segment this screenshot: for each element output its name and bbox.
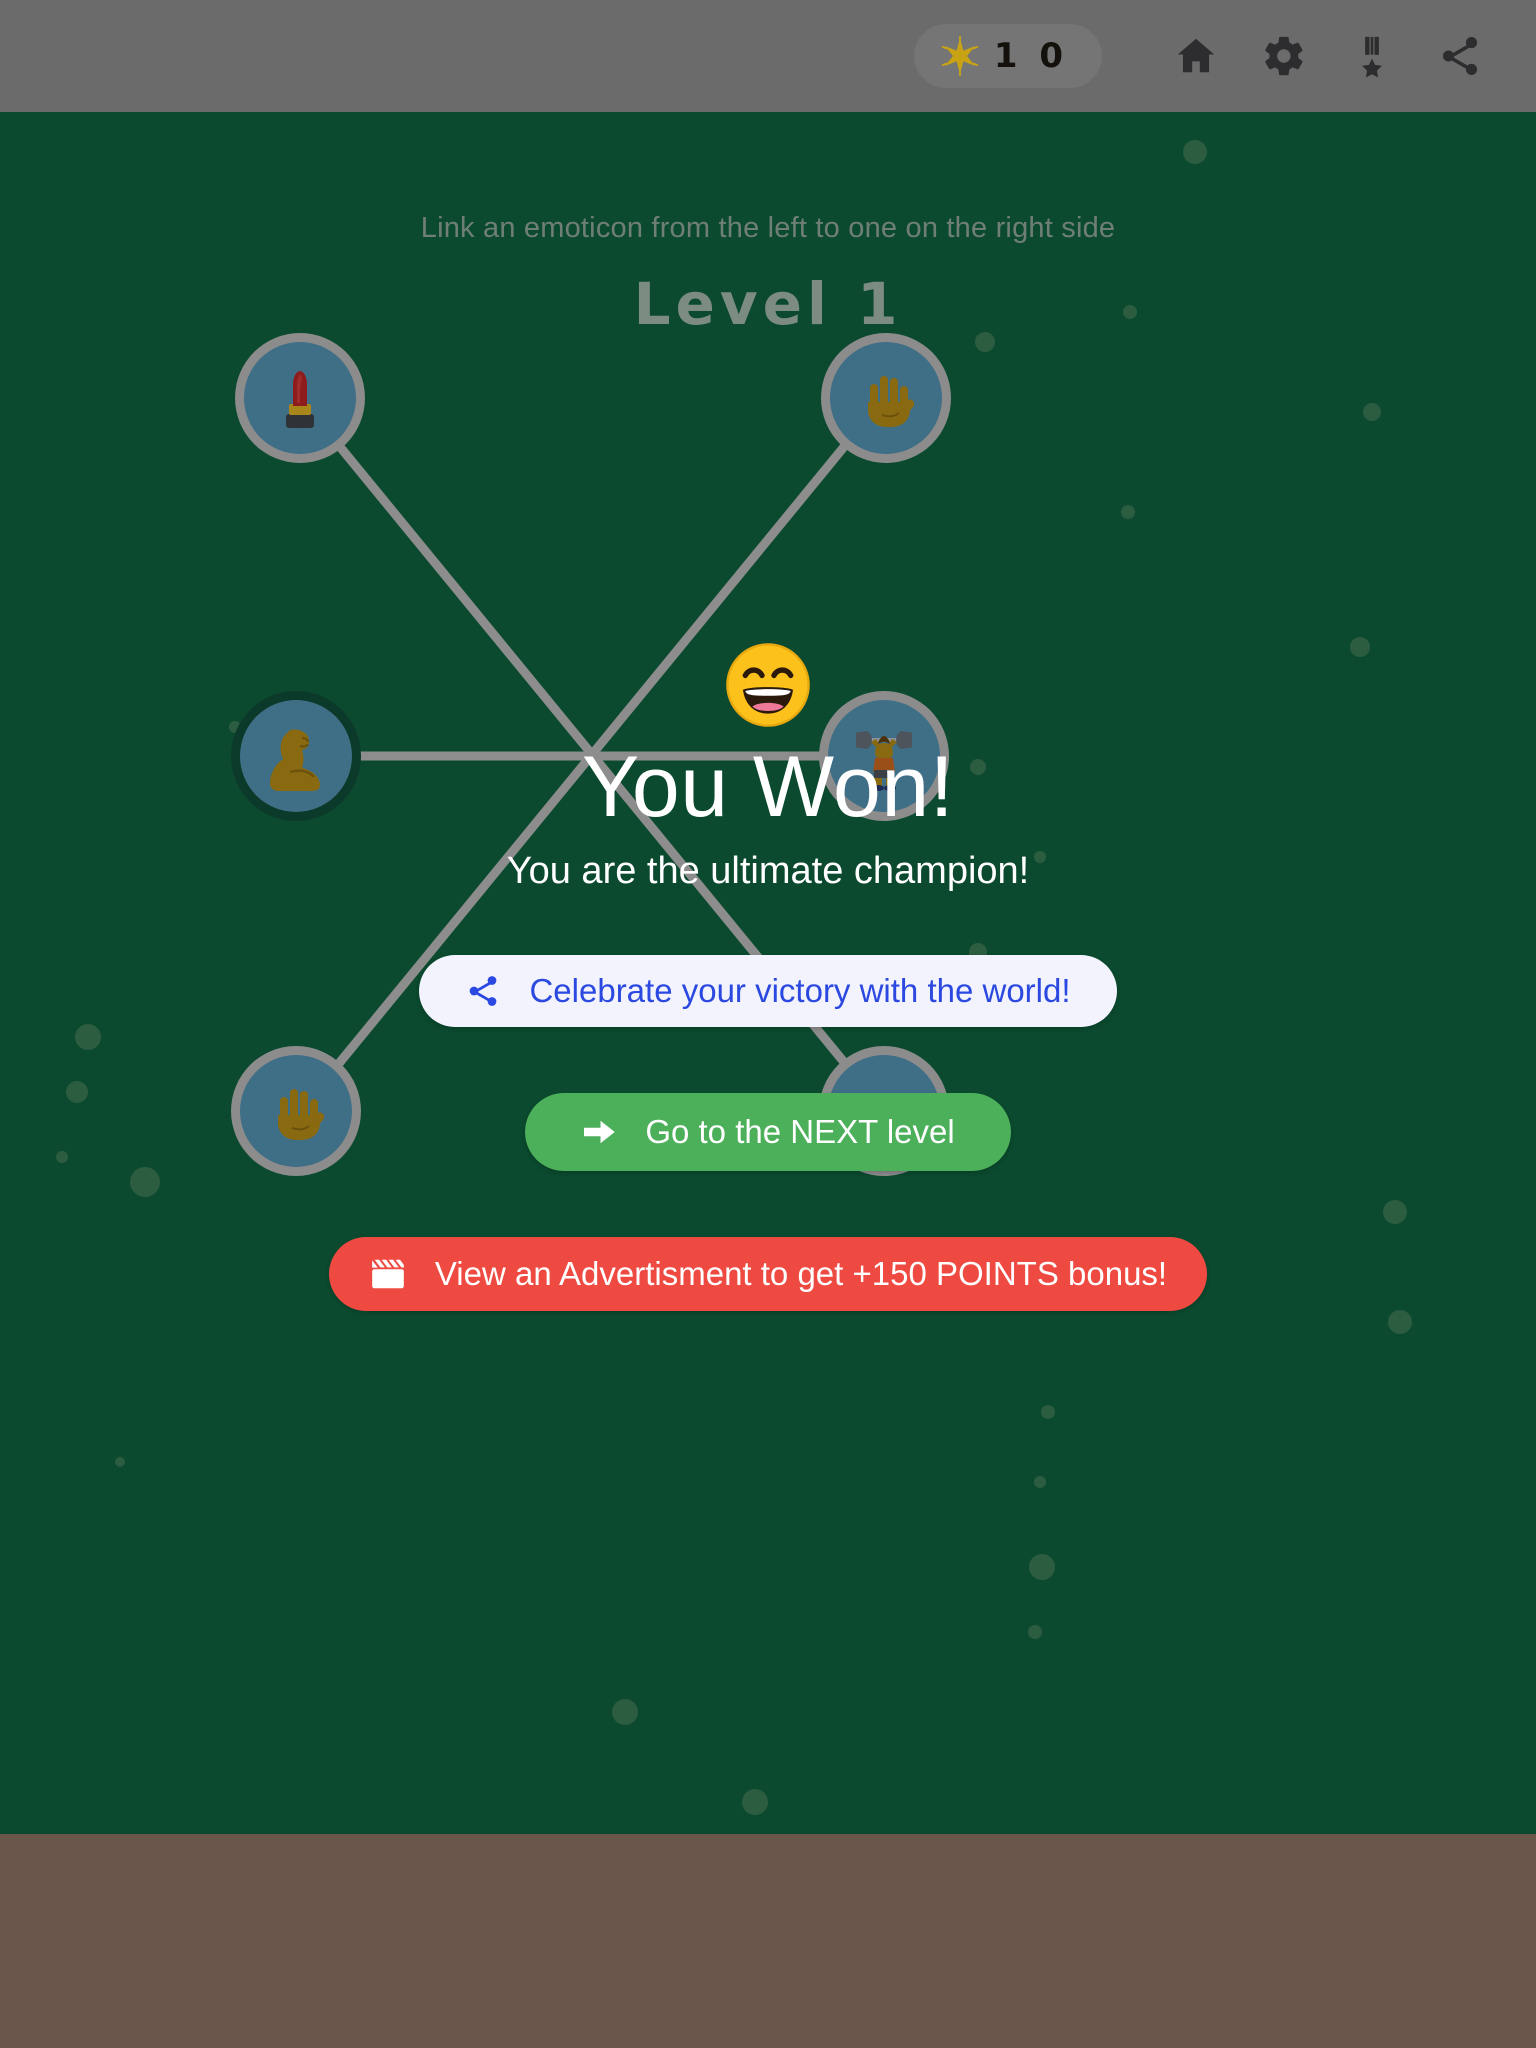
settings-button[interactable] <box>1248 20 1320 92</box>
raised-hand-icon <box>278 1089 325 1140</box>
win-title: You Won! <box>581 739 955 835</box>
raised-hand-icon <box>868 376 915 427</box>
share-victory-label: Celebrate your victory with the world! <box>529 972 1071 1010</box>
score-badge[interactable]: 1 0 <box>913 24 1102 88</box>
score-value: 1 0 <box>993 36 1068 76</box>
emoji-node-lipstick[interactable] <box>244 342 356 454</box>
share-icon <box>470 976 497 1007</box>
share-icon <box>1442 37 1478 75</box>
achievements-button[interactable] <box>1336 20 1408 92</box>
grinning-face-icon <box>726 643 810 727</box>
emoji-node-raised-hand-top[interactable] <box>830 342 942 454</box>
hint-text: Link an emoticon from the left to one on… <box>420 212 1116 244</box>
top-bar: 1 0 <box>0 0 1536 112</box>
level-title: Level 1 <box>633 270 903 338</box>
share-button[interactable] <box>1424 20 1496 92</box>
watch-ad-label: View an Advertisment to get +150 POINTS … <box>434 1255 1168 1293</box>
home-button[interactable] <box>1160 20 1232 92</box>
gear-icon <box>1265 36 1303 76</box>
emoji-node-raised-hand-bottom[interactable] <box>240 1055 352 1167</box>
lipstick-icon <box>286 371 314 428</box>
game-screen: 1 0 Link an emoticon from the left to on… <box>0 0 1536 2048</box>
medal-icon <box>1362 36 1382 78</box>
next-level-label: Go to the NEXT level <box>645 1113 955 1151</box>
arrow-right-icon <box>584 1121 616 1144</box>
win-subtitle: You are the ultimate champion! <box>506 850 1030 893</box>
home-icon <box>1177 38 1215 73</box>
emoji-node-flexed-biceps[interactable] <box>240 700 352 812</box>
flexed-biceps-icon <box>270 729 320 791</box>
sparkle-star-icon <box>941 36 979 76</box>
next-level-button[interactable]: Go to the NEXT level <box>525 1093 1011 1172</box>
watch-ad-button[interactable]: View an Advertisment to get +150 POINTS … <box>328 1237 1208 1312</box>
share-victory-button[interactable]: Celebrate your victory with the world! <box>419 955 1117 1028</box>
clapperboard-icon <box>372 1260 404 1289</box>
